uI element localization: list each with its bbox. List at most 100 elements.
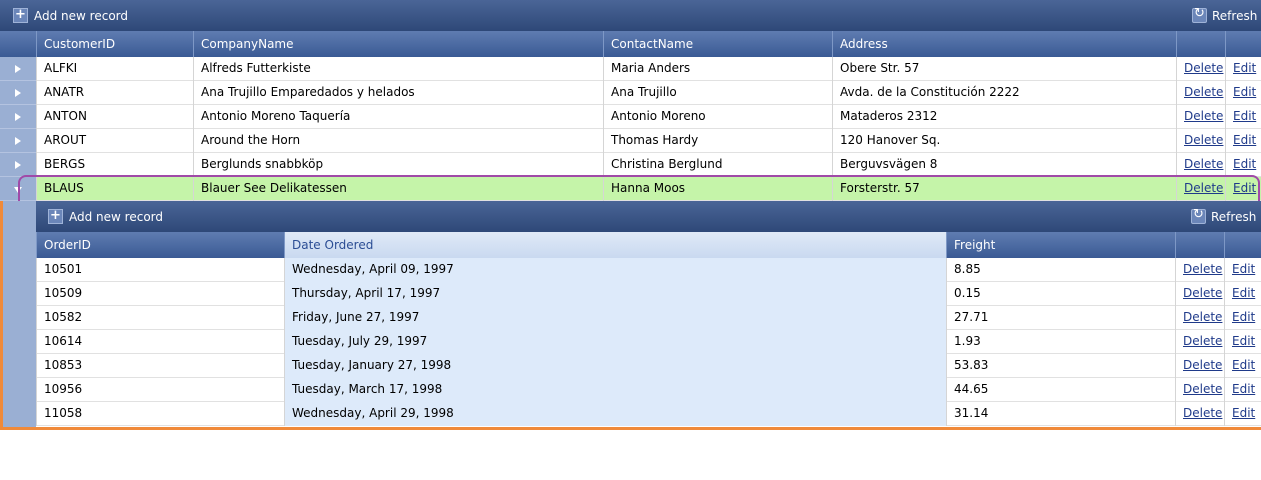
cell-date-ordered: Tuesday, March 17, 1998 — [284, 378, 946, 402]
delete-link-text[interactable]: Delete — [1183, 406, 1222, 420]
table-row[interactable]: 10853 Tuesday, January 27, 1998 53.83 Delet… — [36, 354, 1261, 378]
edit-link[interactable]: Edit — [1225, 57, 1261, 81]
edit-link[interactable]: Edit — [1225, 81, 1261, 105]
expand-arrow-icon[interactable] — [15, 137, 21, 145]
cell-companyname: Berglunds snabbköp — [193, 153, 603, 177]
edit-link[interactable]: Edit — [1224, 402, 1261, 426]
column-header-orderid[interactable]: OrderID — [36, 232, 284, 258]
cell-companyname: Alfreds Futterkiste — [193, 57, 603, 81]
delete-link[interactable]: Delete — [1176, 177, 1225, 201]
edit-link[interactable]: Edit — [1224, 354, 1261, 378]
master-add-record-button[interactable]: + Add new record — [13, 8, 128, 23]
delete-link-text[interactable]: Delete — [1183, 310, 1222, 324]
column-header-delete — [1175, 232, 1224, 258]
delete-link-text[interactable]: Delete — [1184, 109, 1223, 123]
expand-arrow-icon[interactable] — [15, 65, 21, 73]
master-refresh-button[interactable]: Refresh — [1192, 6, 1257, 23]
column-header-companyname[interactable]: CompanyName — [193, 31, 603, 57]
detail-add-record-button[interactable]: + Add new record — [48, 209, 163, 224]
edit-link[interactable]: Edit — [1224, 378, 1261, 402]
delete-link[interactable]: Delete — [1176, 153, 1225, 177]
edit-link-text[interactable]: Edit — [1233, 157, 1256, 171]
table-row[interactable]: BERGS Berglunds snabbköp Christina Berglun… — [36, 153, 1261, 177]
detail-add-label: Add new record — [69, 209, 163, 224]
table-row[interactable]: 10582 Friday, June 27, 1997 27.71 Delete Edi… — [36, 306, 1261, 330]
detail-refresh-button[interactable]: Refresh — [1191, 207, 1257, 224]
edit-link[interactable]: Edit — [1225, 105, 1261, 129]
edit-link-text[interactable]: Edit — [1232, 310, 1255, 324]
delete-link[interactable]: Delete — [1176, 105, 1225, 129]
edit-link-text[interactable]: Edit — [1233, 181, 1256, 195]
cell-freight: 31.14 — [946, 402, 1175, 426]
delete-link-text[interactable]: Delete — [1184, 133, 1223, 147]
column-header-contactname[interactable]: ContactName — [603, 31, 832, 57]
delete-link[interactable]: Delete — [1175, 258, 1224, 282]
table-row[interactable]: ALFKI Alfreds Futterkiste Maria Anders Ober… — [36, 57, 1261, 81]
delete-link-text[interactable]: Delete — [1184, 85, 1223, 99]
delete-link-text[interactable]: Delete — [1183, 382, 1222, 396]
delete-link[interactable]: Delete — [1175, 306, 1224, 330]
row-expander[interactable] — [0, 81, 36, 105]
expand-arrow-icon[interactable] — [15, 89, 21, 97]
edit-link[interactable]: Edit — [1225, 129, 1261, 153]
delete-link[interactable]: Delete — [1175, 378, 1224, 402]
edit-link-text[interactable]: Edit — [1232, 406, 1255, 420]
delete-link[interactable]: Delete — [1176, 81, 1225, 105]
table-row[interactable]: 10501 Wednesday, April 09, 1997 8.85 Delete… — [36, 258, 1261, 282]
edit-link[interactable]: Edit — [1225, 177, 1261, 201]
delete-link[interactable]: Delete — [1175, 354, 1224, 378]
table-row[interactable]: AROUT Around the Horn Thomas Hardy 120 Hano… — [36, 129, 1261, 153]
table-row[interactable]: BLAUS Blauer See Delikatessen Hanna Moos Fo… — [36, 177, 1261, 201]
edit-link-text[interactable]: Edit — [1232, 286, 1255, 300]
delete-link[interactable]: Delete — [1175, 402, 1224, 426]
row-expander[interactable] — [0, 129, 36, 153]
edit-link-text[interactable]: Edit — [1232, 382, 1255, 396]
table-row[interactable]: ANTON Antonio Moreno Taquería Antonio More… — [36, 105, 1261, 129]
delete-link-text[interactable]: Delete — [1183, 286, 1222, 300]
delete-link-text[interactable]: Delete — [1183, 262, 1222, 276]
edit-link-text[interactable]: Edit — [1233, 85, 1256, 99]
table-row[interactable]: 10614 Tuesday, July 29, 1997 1.93 Delete Edi… — [36, 330, 1261, 354]
delete-link[interactable]: Delete — [1175, 330, 1224, 354]
row-expander[interactable] — [0, 57, 36, 81]
edit-link[interactable]: Edit — [1224, 330, 1261, 354]
row-expander[interactable] — [0, 153, 36, 177]
expand-arrow-icon[interactable] — [15, 161, 21, 169]
delete-link-text[interactable]: Delete — [1184, 157, 1223, 171]
collapse-arrow-icon[interactable] — [14, 187, 22, 193]
edit-link-text[interactable]: Edit — [1232, 262, 1255, 276]
row-expander[interactable] — [0, 105, 36, 129]
expand-arrow-icon[interactable] — [15, 113, 21, 121]
edit-link-text[interactable]: Edit — [1233, 61, 1256, 75]
detail-refresh-label: Refresh — [1211, 209, 1257, 224]
delete-link[interactable]: Delete — [1176, 129, 1225, 153]
edit-link[interactable]: Edit — [1224, 306, 1261, 330]
edit-link[interactable]: Edit — [1225, 153, 1261, 177]
delete-link[interactable]: Delete — [1176, 57, 1225, 81]
table-row[interactable]: 10956 Tuesday, March 17, 1998 44.65 Delete E… — [36, 378, 1261, 402]
column-header-customerid[interactable]: CustomerID — [36, 31, 193, 57]
row-expander[interactable] — [0, 177, 36, 201]
edit-link-text[interactable]: Edit — [1232, 334, 1255, 348]
column-header-date-ordered[interactable]: Date Ordered — [284, 232, 946, 258]
edit-link[interactable]: Edit — [1224, 258, 1261, 282]
edit-link-text[interactable]: Edit — [1233, 109, 1256, 123]
cell-freight: 8.85 — [946, 258, 1175, 282]
cell-orderid: 10582 — [36, 306, 284, 330]
table-row[interactable]: 11058 Wednesday, April 29, 1998 31.14 Delet… — [36, 402, 1261, 426]
cell-customerid: ANATR — [36, 81, 193, 105]
edit-link[interactable]: Edit — [1224, 282, 1261, 306]
delete-link-text[interactable]: Delete — [1183, 334, 1222, 348]
delete-link[interactable]: Delete — [1175, 282, 1224, 306]
delete-link-text[interactable]: Delete — [1184, 61, 1223, 75]
edit-link-text[interactable]: Edit — [1233, 133, 1256, 147]
cell-address: Obere Str. 57 — [832, 57, 1176, 81]
column-header-address[interactable]: Address — [832, 31, 1176, 57]
edit-link-text[interactable]: Edit — [1232, 358, 1255, 372]
delete-link-text[interactable]: Delete — [1184, 181, 1223, 195]
table-row[interactable]: ANATR Ana Trujillo Emparedados y helados A… — [36, 81, 1261, 105]
table-row[interactable]: 10509 Thursday, April 17, 1997 0.15 Delete E… — [36, 282, 1261, 306]
cell-customerid: ALFKI — [36, 57, 193, 81]
delete-link-text[interactable]: Delete — [1183, 358, 1222, 372]
column-header-freight[interactable]: Freight — [946, 232, 1175, 258]
